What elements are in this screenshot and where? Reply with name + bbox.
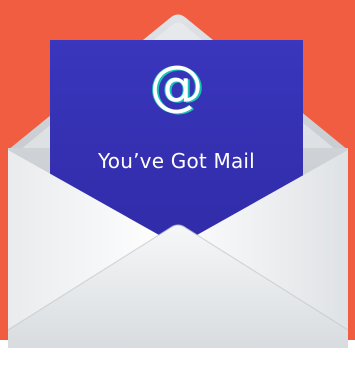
at-sign-icon: @ [149,54,204,117]
letter-content: @ You’ve Got Mail [50,40,303,270]
mail-headline: You’ve Got Mail [98,149,255,173]
email-illustration: @ You’ve Got Mail [0,0,355,385]
